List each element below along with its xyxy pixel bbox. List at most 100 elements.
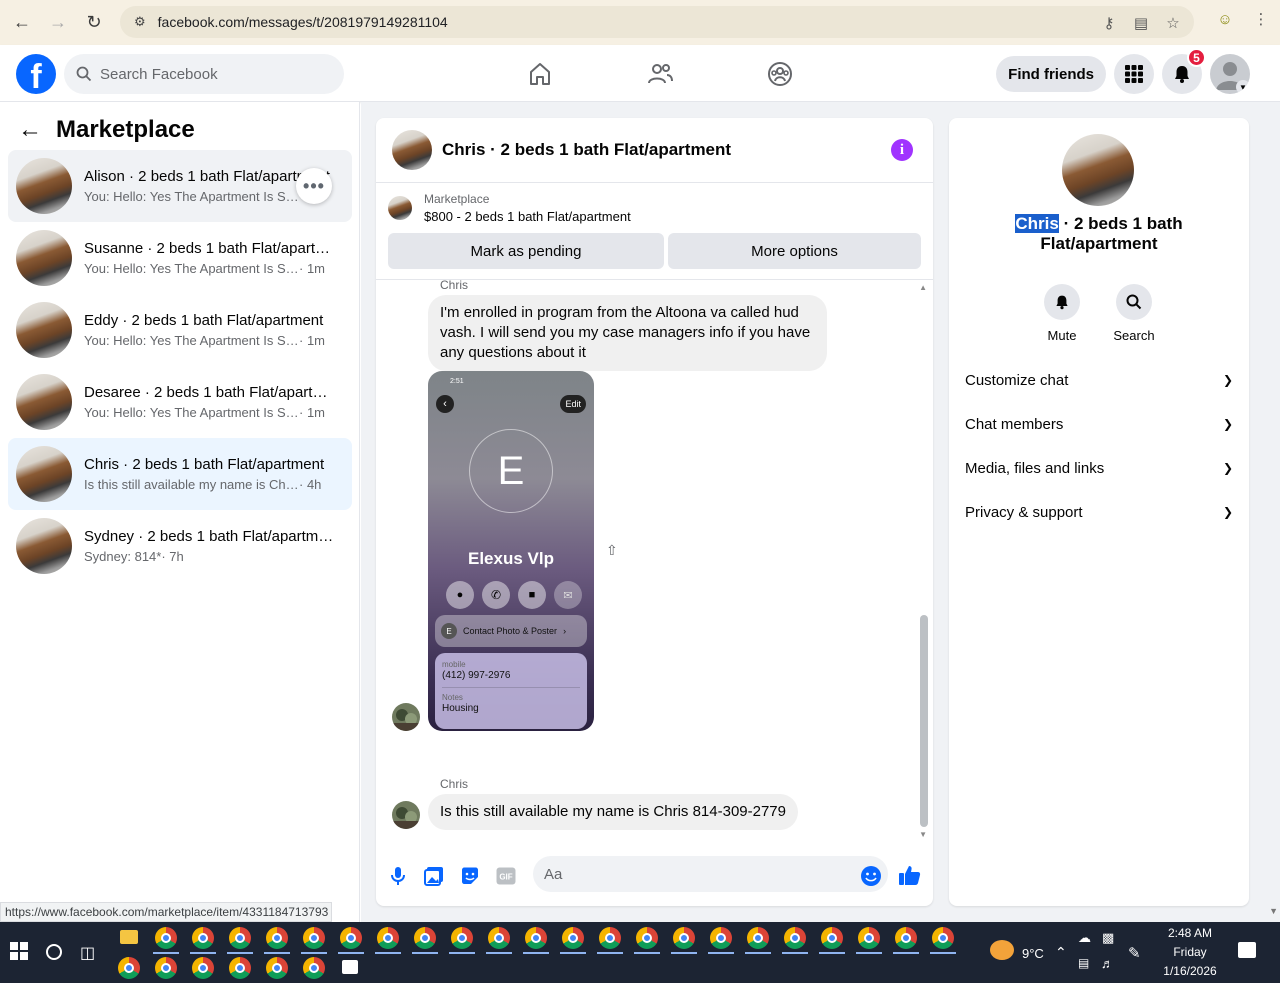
temperature[interactable]: 9°C: [1022, 946, 1044, 961]
file-explorer-icon[interactable]: [120, 930, 138, 944]
chrome-window-icon[interactable]: [266, 957, 288, 979]
scroll-down-arrow-icon[interactable]: ▼: [919, 830, 927, 839]
more-options-button[interactable]: More options: [668, 233, 921, 269]
chrome-window-icon[interactable]: [377, 927, 399, 949]
info-icon[interactable]: i: [891, 139, 913, 161]
clock-day[interactable]: Friday: [1160, 945, 1220, 959]
chrome-window-icon[interactable]: [525, 927, 547, 949]
search-icon[interactable]: [1116, 284, 1152, 320]
menu-grid-icon[interactable]: [1114, 54, 1154, 94]
chrome-window-icon[interactable]: [303, 927, 325, 949]
message-input[interactable]: [533, 856, 888, 892]
profile-icon[interactable]: ☺: [1214, 8, 1236, 30]
chrome-window-icon[interactable]: [192, 957, 214, 979]
mark-as-pending-button[interactable]: Mark as pending: [388, 233, 664, 269]
weather-icon[interactable]: [990, 940, 1014, 960]
thumbs-up-icon[interactable]: [898, 863, 922, 887]
network-icon[interactable]: ▤: [1078, 956, 1089, 970]
groups-icon[interactable]: [720, 53, 840, 95]
chrome-window-icon[interactable]: [636, 927, 658, 949]
chrome-window-icon[interactable]: [895, 927, 917, 949]
listing-thumbnail[interactable]: [392, 130, 432, 170]
chrome-window-icon[interactable]: [229, 957, 251, 979]
more-options-icon[interactable]: •••: [296, 168, 332, 204]
find-friends-button[interactable]: Find friends: [996, 56, 1106, 92]
chrome-window-icon[interactable]: [710, 927, 732, 949]
chat-scrollbar[interactable]: [920, 615, 928, 827]
emoji-icon[interactable]: [859, 864, 883, 888]
conversation-item[interactable]: Alison · 2 beds 1 bath Flat/apartment You…: [8, 150, 352, 222]
chrome-window-icon[interactable]: [858, 927, 880, 949]
clock-date[interactable]: 1/16/2026: [1158, 964, 1222, 978]
listing-thumbnail[interactable]: [1062, 134, 1134, 206]
address-bar[interactable]: ⚙ facebook.com/messages/t/20819791492811…: [120, 6, 1194, 38]
listing-summary[interactable]: Marketplace $800 - 2 beds 1 bath Flat/ap…: [388, 192, 631, 224]
contact-screenshot-image[interactable]: 2:51 ‹ Edit E Elexus Vlp ● ✆ ■ ✉ E Conta…: [428, 371, 594, 731]
chevron-up-icon[interactable]: ⌃: [1055, 944, 1067, 961]
facebook-search[interactable]: [64, 54, 344, 94]
chrome-window-icon[interactable]: [562, 927, 584, 949]
chrome-window-icon[interactable]: [303, 957, 325, 979]
scroll-up-arrow-icon[interactable]: ▲: [919, 283, 927, 292]
bookmark-star-icon[interactable]: ☆: [1162, 12, 1184, 34]
page-scroll-down-icon[interactable]: ▼: [1269, 906, 1278, 916]
home-icon[interactable]: [480, 53, 600, 95]
device-icon[interactable]: ▩: [1102, 930, 1114, 946]
volume-icon[interactable]: ♬: [1101, 956, 1114, 971]
chrome-window-icon[interactable]: [451, 927, 473, 949]
section-customize-chat[interactable]: Customize chat ❯: [949, 358, 1249, 402]
browser-menu-icon[interactable]: ⋮: [1250, 8, 1272, 30]
friends-icon[interactable]: [600, 53, 720, 95]
chrome-window-icon[interactable]: [673, 927, 695, 949]
chrome-window-icon[interactable]: [229, 927, 251, 949]
chrome-window-icon[interactable]: [488, 927, 510, 949]
search-action[interactable]: Search: [1104, 284, 1164, 343]
chrome-window-icon[interactable]: [747, 927, 769, 949]
chrome-window-icon[interactable]: [155, 957, 177, 979]
sender-avatar[interactable]: [392, 703, 420, 731]
chrome-window-icon[interactable]: [821, 927, 843, 949]
facebook-logo-icon[interactable]: f: [16, 54, 56, 94]
section-media-files-links[interactable]: Media, files and links ❯: [949, 446, 1249, 490]
back-arrow-icon[interactable]: ←: [4, 4, 40, 40]
chrome-window-icon[interactable]: [340, 927, 362, 949]
pen-icon[interactable]: ✎: [1128, 944, 1141, 962]
windows-start-icon[interactable]: [10, 942, 28, 965]
chrome-window-icon[interactable]: [932, 927, 954, 949]
reload-icon[interactable]: ↻: [76, 4, 112, 40]
chrome-window-icon[interactable]: [599, 927, 621, 949]
conversation-item[interactable]: Desaree · 2 beds 1 bath Flat/apartment Yo…: [8, 366, 352, 438]
chrome-window-icon[interactable]: [414, 927, 436, 949]
site-info-icon[interactable]: ⚙: [134, 14, 146, 30]
chrome-window-icon[interactable]: [266, 927, 288, 949]
video-editor-icon[interactable]: [342, 960, 358, 974]
chrome-window-icon[interactable]: [155, 927, 177, 949]
forward-arrow-icon[interactable]: →: [40, 4, 76, 40]
account-avatar[interactable]: ▼: [1210, 54, 1250, 94]
chrome-window-icon[interactable]: [192, 927, 214, 949]
bell-icon[interactable]: [1044, 284, 1080, 320]
mute-action[interactable]: Mute: [1032, 284, 1092, 343]
search-circle-icon[interactable]: [46, 944, 62, 960]
onedrive-icon[interactable]: ☁: [1078, 930, 1091, 946]
sender-avatar[interactable]: [392, 801, 420, 829]
sticker-icon[interactable]: [458, 864, 482, 888]
conversation-item[interactable]: Susanne · 2 beds 1 bath Flat/apartment Yo…: [8, 222, 352, 294]
search-input[interactable]: [100, 65, 320, 83]
notifications-bell-icon[interactable]: 5: [1162, 48, 1206, 94]
share-icon[interactable]: ⇧: [606, 542, 618, 559]
message-bubble[interactable]: I'm enrolled in program from the Altoona…: [428, 295, 827, 371]
clock-time[interactable]: 2:48 AM: [1160, 926, 1220, 940]
notification-center-icon[interactable]: [1238, 942, 1256, 958]
conversation-item[interactable]: Eddy · 2 beds 1 bath Flat/apartment You: …: [8, 294, 352, 366]
chrome-window-icon[interactable]: [118, 957, 140, 979]
gif-icon[interactable]: GIF: [494, 864, 518, 888]
task-view-icon[interactable]: ◫: [80, 943, 95, 963]
section-privacy-support[interactable]: Privacy & support ❯: [949, 490, 1249, 534]
chat-title[interactable]: Chris · 2 beds 1 bath Flat/apartment: [442, 140, 731, 160]
install-app-icon[interactable]: ▤: [1130, 12, 1152, 34]
chrome-window-icon[interactable]: [784, 927, 806, 949]
conversation-item[interactable]: Sydney · 2 beds 1 bath Flat/apartment Syd…: [8, 510, 352, 582]
conversation-item[interactable]: Chris · 2 beds 1 bath Flat/apartment Is t…: [8, 438, 352, 510]
back-arrow-icon[interactable]: ←: [18, 116, 42, 144]
